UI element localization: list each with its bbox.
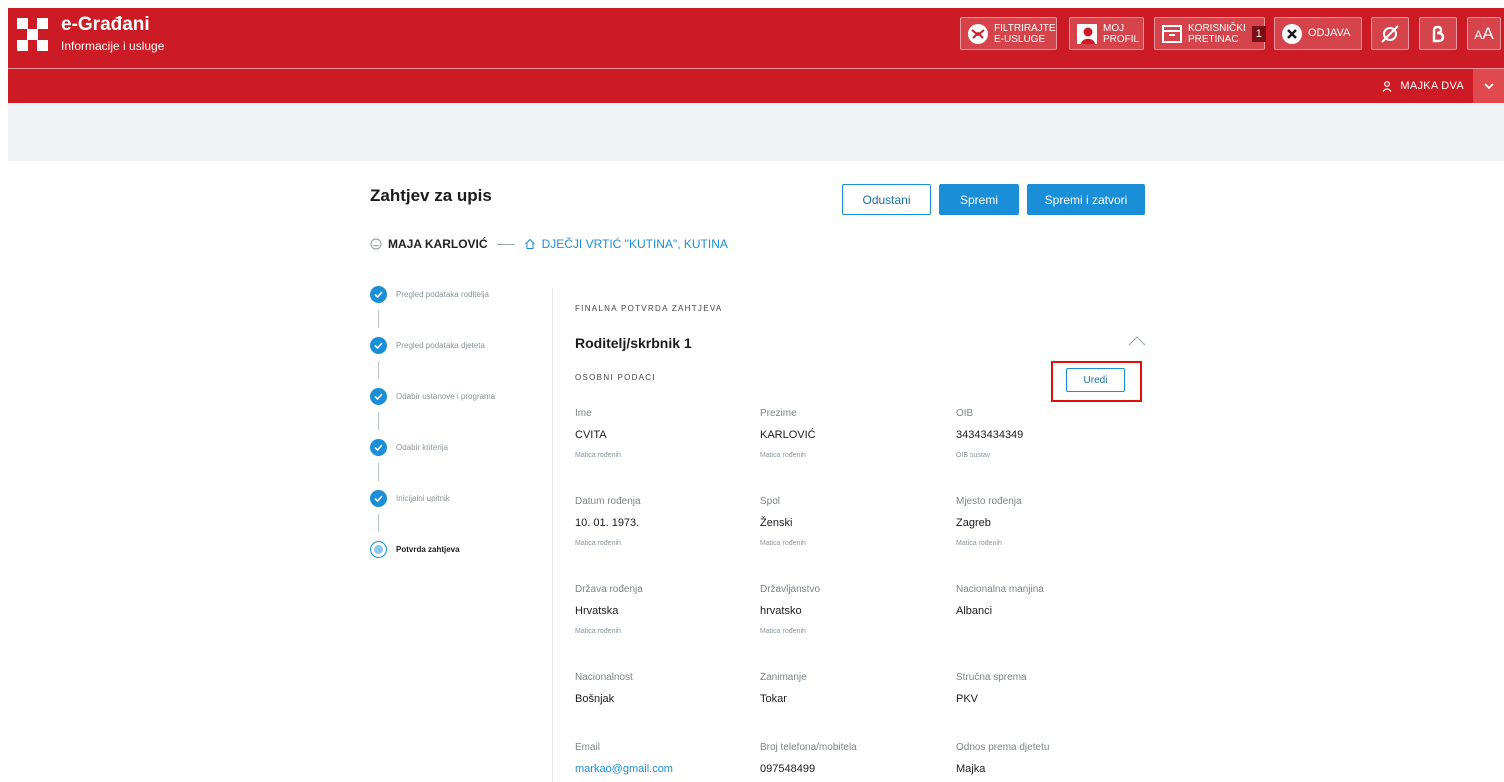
breadcrumb-separator: [496, 243, 515, 245]
child-name: MAJA KARLOVIĆ: [388, 237, 488, 251]
egradani-logo[interactable]: [17, 18, 51, 52]
filter-label-2: E-USLUGE: [994, 33, 1046, 45]
step-label: Odabir ustanove i programa: [396, 392, 496, 401]
step-connector: [378, 514, 379, 532]
check-icon: [370, 286, 387, 303]
filter-services-icon: [968, 23, 988, 44]
inbox-count-badge: 1: [1251, 25, 1266, 42]
field-oib: OIB 34343434349 OIB sustav: [956, 408, 1024, 459]
field-birth-country: Država rođenja Hrvatska Matica rođenih: [575, 584, 643, 635]
step-label: Potvrda zahtjeva: [396, 545, 460, 554]
hero-band: [8, 103, 1504, 161]
dyslexic-font-icon: [1432, 25, 1445, 42]
page-title: Zahtjev za upis: [370, 186, 492, 205]
step-confirmation[interactable]: Potvrda zahtjeva: [370, 541, 460, 558]
brand-subtitle: Informacije i usluge: [61, 39, 165, 53]
accessibility-toggle[interactable]: [1371, 17, 1409, 50]
field-relation-to-child: Odnos prema djetetu Majka: [956, 742, 1050, 775]
breadcrumb: MAJA KARLOVIĆ DJEČJI VRTIĆ "KUTINA", KUT…: [370, 237, 728, 251]
check-icon: [370, 490, 387, 507]
step-connector: [378, 310, 379, 328]
field-citizenship: Državljanstvo hrvatsko Matica rođenih: [760, 584, 821, 635]
step-criteria[interactable]: Odabir kriterija: [370, 439, 448, 456]
home-icon: [524, 238, 535, 249]
edit-button[interactable]: Uredi: [1066, 368, 1125, 392]
profile-icon: [1077, 23, 1097, 44]
step-initial-questionnaire[interactable]: Inicijalni upitnik: [370, 490, 450, 507]
filter-services-button[interactable]: FILTRIRAJTE E-USLUGE: [960, 17, 1057, 50]
user-bar: MAJKA DVA: [8, 68, 1504, 103]
chevron-down-icon: [1483, 82, 1494, 89]
profile-label-2: PROFIL: [1103, 33, 1140, 45]
child-face-icon: [370, 238, 382, 250]
profile-label-1: MOJ: [1103, 22, 1125, 34]
check-icon: [370, 439, 387, 456]
section-eyebrow: FINALNA POTVRDA ZAHTJEVA: [575, 304, 723, 313]
close-icon: [1282, 23, 1302, 44]
brand-title[interactable]: e-Građani: [61, 14, 150, 36]
check-icon: [370, 388, 387, 405]
field-email: Email markao@gmail.com: [575, 742, 765, 775]
step-connector: [378, 463, 379, 481]
save-button[interactable]: Spremi: [939, 184, 1019, 215]
user-menu-toggle[interactable]: [1473, 69, 1504, 103]
content-divider: [552, 288, 553, 782]
my-profile-button[interactable]: MOJ PROFIL: [1069, 17, 1144, 50]
logout-label: ODJAVA: [1308, 27, 1351, 39]
inbox-icon: [1162, 24, 1182, 43]
logout-button[interactable]: ODJAVA: [1274, 17, 1362, 50]
current-step-icon: [370, 541, 387, 558]
eye-off-icon: [1381, 24, 1399, 43]
field-last-name: Prezime KARLOVIĆ Matica rođenih: [760, 408, 816, 459]
field-phone: Broj telefona/mobitela 097548499: [760, 742, 857, 775]
personal-data-eyebrow: OSOBNI PODACI: [575, 373, 656, 382]
field-national-minority: Nacionalna manjina Albanci: [956, 584, 1044, 617]
user-icon: [1382, 80, 1392, 92]
step-label: Pregled podataka djeteta: [396, 341, 485, 350]
field-gender: Spol Ženski Matica rođenih: [760, 496, 806, 547]
font-size-label: AA: [1474, 23, 1494, 43]
field-first-name: Ime CVITA Matica rođenih: [575, 408, 621, 459]
inbox-label-2: PRETINAC: [1188, 33, 1239, 45]
field-nationality: Nacionalnost Bošnjak: [575, 672, 633, 705]
email-link[interactable]: markao@gmail.com: [575, 763, 765, 775]
step-label: Inicijalni upitnik: [396, 494, 450, 503]
check-icon: [370, 337, 387, 354]
app-frame: e-Građani Informacije i usluge FILTRIRAJ…: [8, 8, 1504, 782]
step-connector: [378, 361, 379, 379]
field-occupation: Zanimanje Tokar: [760, 672, 807, 705]
filter-label-1: FILTRIRAJTE: [994, 22, 1056, 34]
user-menu[interactable]: MAJKA DVA: [1382, 80, 1464, 92]
step-label: Odabir kriterija: [396, 443, 449, 452]
step-connector: [378, 412, 379, 430]
field-birth-place: Mjesto rođenja Zagreb Matica rođenih: [956, 496, 1022, 547]
step-institution-program[interactable]: Odabir ustanove i programa: [370, 388, 495, 405]
user-name: MAJKA DVA: [1400, 80, 1464, 92]
step-label: Pregled podataka roditelja: [396, 290, 489, 299]
chevron-up-icon[interactable]: [1128, 336, 1146, 346]
save-and-close-button[interactable]: Spremi i zatvori: [1027, 184, 1145, 215]
card-title: Roditelj/skrbnik 1: [575, 335, 692, 351]
cancel-button[interactable]: Odustani: [842, 184, 931, 215]
inbox-label-1: KORISNIČKI: [1188, 22, 1246, 34]
top-navbar: e-Građani Informacije i usluge FILTRIRAJ…: [8, 8, 1504, 68]
user-inbox-button[interactable]: KORISNIČKI PRETINAC 1: [1154, 17, 1266, 50]
institution-link[interactable]: DJEČJI VRTIĆ "KUTINA", KUTINA: [542, 237, 728, 251]
dyslexia-font-button[interactable]: [1419, 17, 1457, 50]
field-qualification: Stručna sprema PKV: [956, 672, 1027, 705]
step-parent-data[interactable]: Pregled podataka roditelja: [370, 286, 489, 303]
step-child-data[interactable]: Pregled podataka djeteta: [370, 337, 485, 354]
field-birth-date: Datum rođenja 10. 01. 1973. Matica rođen…: [575, 496, 641, 547]
font-size-button[interactable]: AA: [1467, 17, 1501, 50]
